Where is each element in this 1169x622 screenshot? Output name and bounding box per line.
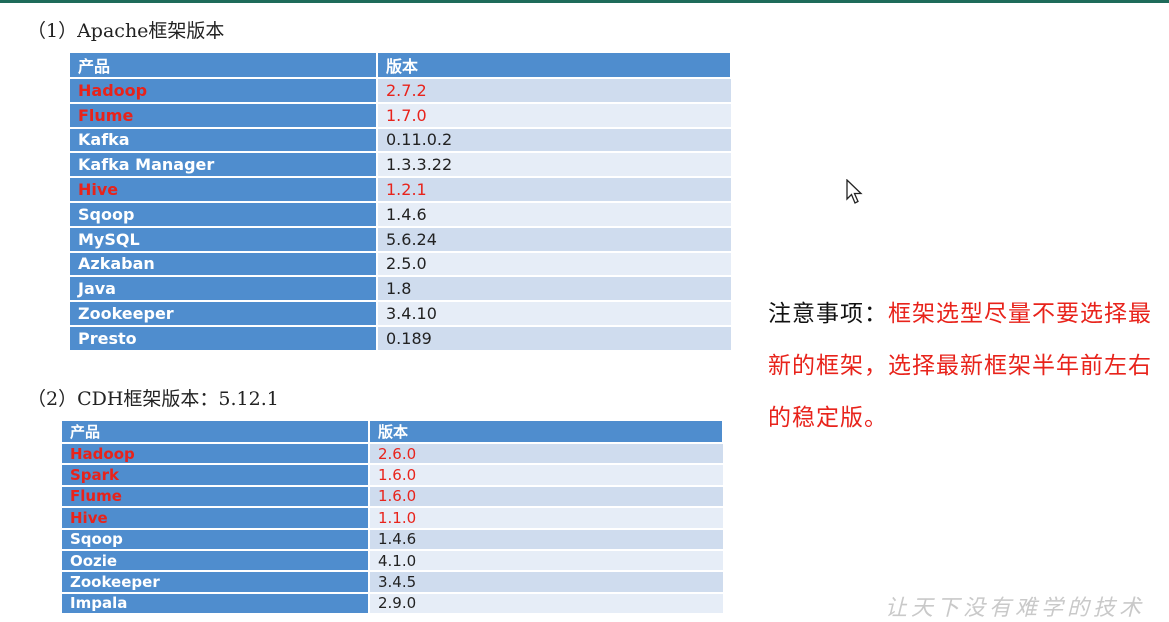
product-cell: Zookeeper	[62, 570, 370, 593]
product-column-header: 产品	[62, 421, 370, 443]
table-row: MySQL 5.6.24	[70, 225, 731, 252]
table-row: Zookeeper 3.4.5	[62, 570, 723, 593]
table-header-row: 产品 版本	[62, 421, 724, 443]
product-cell: Kafka Manager	[70, 151, 378, 178]
table-row: Zookeeper 3.4.10	[70, 300, 731, 326]
table-row: Sqoop 1.4.6	[62, 527, 723, 550]
cdh-table-body: Hadoop 2.6.0 Spark 1.6.0 Flume 1.6.0 Hive 1.1.0…	[62, 441, 723, 614]
table-row: Flume 1.7.0	[70, 101, 731, 128]
product-cell: Hive	[62, 506, 370, 529]
table-row: Hive 1.1.0	[62, 506, 723, 529]
product-cell: Kafka	[70, 126, 378, 153]
selection-note: 注意事项：框架选型尽量不要选择最新的框架，选择最新框架半年前左右的稳定版。	[768, 288, 1153, 444]
product-cell: Azkaban	[70, 250, 378, 277]
table-row: Kafka Manager 1.3.3.22	[70, 151, 731, 178]
product-cell: Flume	[70, 101, 378, 128]
version-cell: 3.4.10	[377, 300, 731, 326]
product-cell: Hadoop	[62, 441, 370, 465]
product-cell: Hadoop	[70, 77, 378, 103]
product-cell: Sqoop	[70, 200, 378, 227]
product-cell: Impala	[62, 591, 370, 614]
apache-section-heading: （1）Apache框架版本	[27, 20, 225, 42]
top-accent-bar	[0, 0, 1169, 3]
product-cell: Zookeeper	[70, 300, 378, 326]
product-column-header: 产品	[70, 53, 378, 78]
version-cell: 4.1.0	[369, 548, 723, 572]
version-cell: 1.3.3.22	[377, 151, 731, 178]
version-cell: 0.11.0.2	[377, 126, 731, 153]
product-cell: Oozie	[62, 548, 370, 572]
version-cell: 1.6.0	[369, 484, 723, 508]
table-row: Spark 1.6.0	[62, 463, 723, 486]
table-row: Hive 1.2.1	[70, 176, 731, 202]
version-cell: 1.7.0	[377, 101, 731, 128]
version-cell: 1.4.6	[369, 527, 723, 550]
version-column-header: 版本	[377, 53, 732, 78]
version-cell: 5.6.24	[377, 225, 731, 252]
version-cell: 3.4.5	[369, 570, 723, 593]
table-row: Kafka 0.11.0.2	[70, 126, 731, 153]
version-cell: 1.8	[377, 275, 731, 302]
product-cell: MySQL	[70, 225, 378, 252]
table-row: Flume 1.6.0	[62, 484, 723, 508]
apache-version-table: 产品 版本 Hadoop 2.7.2 Flume 1.7.0 Kafka 0.11.0.2…	[70, 53, 732, 350]
version-cell: 1.1.0	[369, 506, 723, 529]
note-label: 注意事项：	[768, 301, 888, 327]
table-row: Hadoop 2.7.2	[70, 77, 731, 103]
version-cell: 1.4.6	[377, 200, 731, 227]
apache-table-body: Hadoop 2.7.2 Flume 1.7.0 Kafka 0.11.0.2 Kafka …	[70, 77, 731, 350]
version-cell: 2.7.2	[377, 77, 731, 103]
product-cell: Presto	[70, 324, 378, 350]
table-header-row: 产品 版本	[70, 53, 732, 78]
product-cell: Java	[70, 275, 378, 302]
version-cell: 2.5.0	[377, 250, 731, 277]
table-row: Oozie 4.1.0	[62, 548, 723, 572]
table-row: Presto 0.189	[70, 324, 731, 350]
version-cell: 1.6.0	[369, 463, 723, 486]
table-row: Azkaban 2.5.0	[70, 250, 731, 277]
watermark-text: 让天下没有难学的技术	[885, 596, 1146, 621]
cdh-version-table: 产品 版本 Hadoop 2.6.0 Spark 1.6.0 Flume 1.6.0 Hiv…	[62, 421, 724, 614]
product-cell: Hive	[70, 176, 378, 202]
product-cell: Sqoop	[62, 527, 370, 550]
version-cell: 2.9.0	[369, 591, 723, 614]
table-row: Java 1.8	[70, 275, 731, 302]
table-row: Hadoop 2.6.0	[62, 441, 723, 465]
product-cell: Flume	[62, 484, 370, 508]
product-cell: Spark	[62, 463, 370, 486]
version-cell: 0.189	[377, 324, 731, 350]
mouse-pointer-icon	[846, 179, 863, 204]
table-row: Impala 2.9.0	[62, 591, 723, 614]
version-column-header: 版本	[369, 421, 724, 443]
version-cell: 1.2.1	[377, 176, 731, 202]
cdh-section-heading: （2）CDH框架版本：5.12.1	[27, 388, 279, 410]
version-cell: 2.6.0	[369, 441, 723, 465]
table-row: Sqoop 1.4.6	[70, 200, 731, 227]
